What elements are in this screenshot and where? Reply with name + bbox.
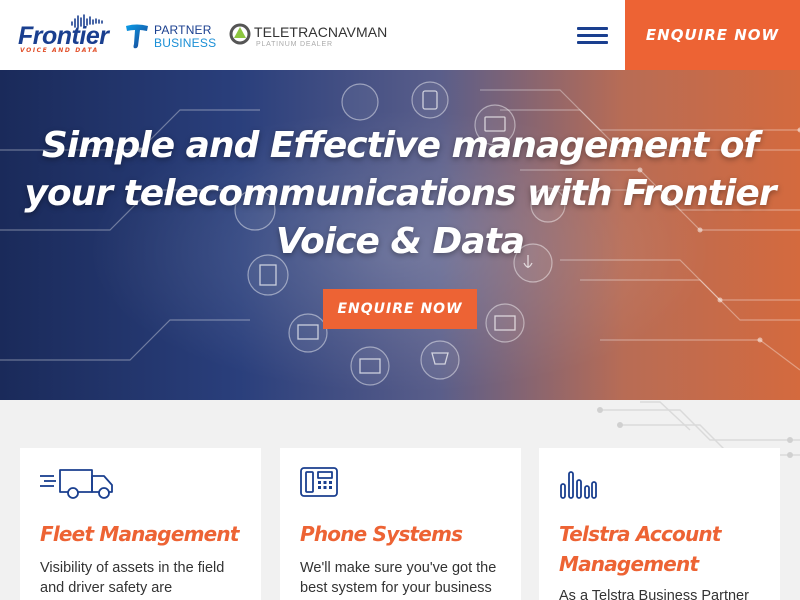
service-card-text: As a Telstra Business Partner [559, 588, 749, 600]
service-card-telstra-account-management[interactable]: Telstra Account Management As a Telstra … [539, 448, 780, 600]
site-header: Frontier VOICE AND DATA PARTNER BUSINESS… [0, 0, 800, 70]
service-card-title: Fleet Management [40, 522, 239, 546]
service-card-text: Visibility of assets in the field and dr… [40, 560, 225, 596]
service-card-title: Telstra Account Management [559, 522, 721, 576]
hamburger-bar [577, 27, 608, 30]
enquire-now-hero-button[interactable]: ENQUIRE NOW [323, 289, 477, 329]
hamburger-bar [577, 41, 608, 44]
enquire-now-header-button[interactable]: ENQUIRE NOW [625, 0, 800, 70]
services-section: Fleet Management Visibility of assets in… [0, 400, 800, 600]
service-card-text: We'll make sure you've got the best syst… [300, 560, 497, 596]
teletrac-navman-logo[interactable]: TELETRACNAVMAN PLATINUM DEALER [228, 22, 387, 52]
telstra-t-icon [126, 24, 148, 49]
telstra-logo-line1: PARTNER [154, 23, 212, 37]
frontier-logo-tagline: VOICE AND DATA [20, 47, 99, 54]
bar-chart-icon [560, 471, 597, 499]
hamburger-bar [577, 34, 608, 37]
teletrac-logo-sub: PLATINUM DEALER [256, 41, 333, 48]
hamburger-icon[interactable] [577, 27, 608, 45]
frontier-logo[interactable]: Frontier VOICE AND DATA [18, 14, 109, 56]
service-card-phone-systems[interactable]: Phone Systems We'll make sure you've got… [280, 448, 521, 600]
hero-banner: Simple and Effective management of your … [0, 70, 800, 400]
teletrac-emblem-icon [229, 23, 251, 45]
service-card-title: Phone Systems [300, 522, 463, 546]
service-card-fleet-management[interactable]: Fleet Management Visibility of assets in… [20, 448, 261, 600]
telstra-partner-logo[interactable]: PARTNER BUSINESS [124, 22, 216, 52]
teletrac-logo-text: TELETRACNAVMAN [254, 24, 388, 40]
phone-icon [300, 467, 338, 497]
truck-icon [40, 469, 113, 499]
telstra-logo-line2: BUSINESS [154, 36, 217, 50]
hero-title: Simple and Effective management of your … [24, 125, 776, 262]
